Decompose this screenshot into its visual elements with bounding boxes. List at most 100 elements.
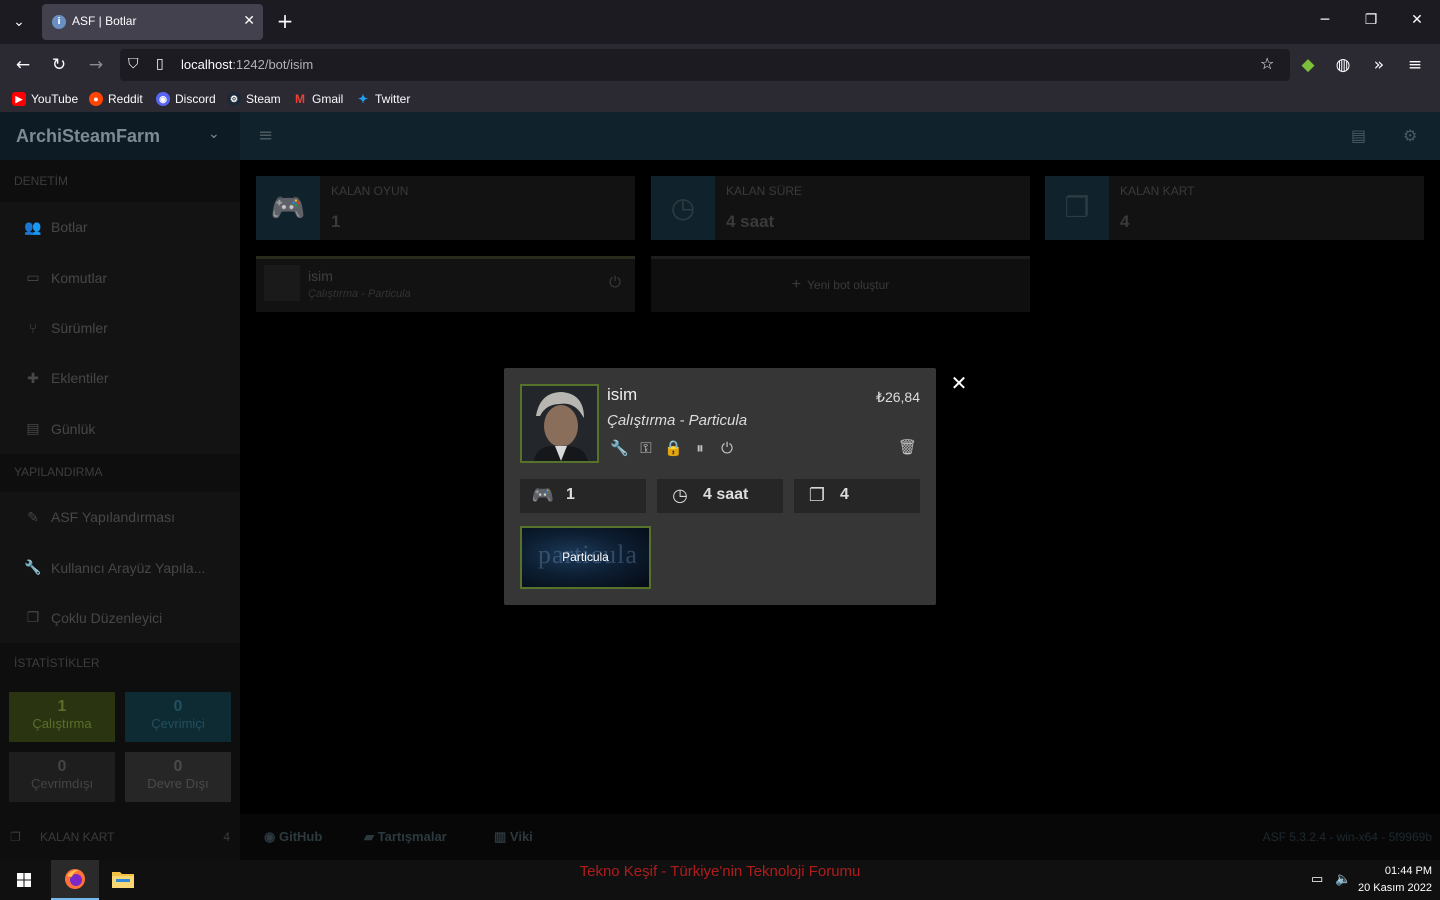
- browser-nav-bar: ← ↻ → ⛉ ▯ localhost:1242/bot/isim ☆ ◆ ◍ …: [0, 44, 1440, 86]
- new-bot-button[interactable]: + Yeni bot oluştur: [651, 256, 1030, 312]
- power-icon[interactable]: ⏻: [609, 273, 621, 291]
- trash-icon[interactable]: 🗑: [898, 438, 917, 458]
- bookmark-youtube[interactable]: ▶ YouTube: [12, 90, 78, 108]
- version-text: ASF 5.3.2.4 - win-x64 - 5f9969b: [1262, 830, 1432, 844]
- stat-number: 0: [57, 758, 67, 775]
- stat-disabled: 0 Devre Dışı: [125, 752, 231, 802]
- wiki-link[interactable]: ▥ Viki: [494, 829, 533, 845]
- bookmark-gmail[interactable]: M Gmail: [293, 90, 343, 108]
- sidebar-item-plugins[interactable]: ✚ Eklentiler: [0, 353, 240, 403]
- clock-icon: ◷: [651, 176, 715, 240]
- stat-label: Çevrimdışı: [30, 776, 94, 791]
- gamepad-icon: 🎮: [256, 176, 320, 240]
- stat-offline: 0 Çevrimdışı: [9, 752, 115, 802]
- bookmark-twitter[interactable]: ✦ Twitter: [356, 90, 410, 108]
- cards-remaining-label: KALAN KART: [40, 830, 115, 844]
- stat-label: Çevrimiçi: [151, 716, 205, 731]
- language-icon[interactable]: ▤: [1351, 126, 1366, 145]
- sidebar-item-bots[interactable]: 👥 Botlar: [0, 202, 240, 252]
- stat-online: 0 Çevrimiçi: [125, 692, 231, 742]
- sidebar-item-label: ASF Yapılandırması: [51, 509, 175, 526]
- modal-stat-value: 4 saat: [703, 486, 749, 503]
- page-icon: ▯: [156, 56, 164, 72]
- tab-title: ASF | Botlar: [72, 14, 137, 28]
- info-box-label: KALAN SÜRE: [726, 184, 803, 198]
- twitter-icon: ✦: [357, 92, 369, 106]
- url-bar[interactable]: ⛉ ▯ localhost:1242/bot/isim ☆: [120, 49, 1290, 81]
- puzzle-icon: ✚: [27, 369, 39, 386]
- info-box-time: ◷ KALAN SÜRE 4 saat: [651, 176, 1030, 240]
- bookmark-discord[interactable]: ◉ Discord: [156, 90, 216, 108]
- lock-icon[interactable]: 🔒: [664, 438, 683, 458]
- edit-icon: ✎: [27, 508, 39, 525]
- browser-tab-bar: ⌄ i ASF | Botlar ✕ + ─ ❐ ✕: [0, 0, 1440, 44]
- stat-number: 1: [57, 698, 67, 715]
- config-menu: ✎ ASF Yapılandırması 🔧 Kullanıcı Arayüz Ya…: [0, 492, 240, 644]
- reddit-icon: ●: [89, 92, 103, 106]
- footer-link-label: Tartışmalar: [377, 829, 447, 844]
- bookmark-steam[interactable]: ⚙ Steam: [227, 90, 281, 108]
- back-button[interactable]: ←: [12, 54, 34, 76]
- settings-gears-icon[interactable]: ⚙: [1403, 126, 1417, 145]
- sidebar-item-commands[interactable]: ▭ Komutlar: [0, 252, 240, 302]
- overflow-chevron-icon[interactable]: »: [1368, 54, 1390, 76]
- section-stats: İSTATİSTİKLER: [14, 656, 100, 670]
- game-card-particula[interactable]: particula Particula: [520, 526, 651, 589]
- modal-stat-time: ◷ 4 saat: [657, 479, 783, 513]
- reload-button[interactable]: ↻: [48, 54, 70, 76]
- sidebar-item-asf-config[interactable]: ✎ ASF Yapılandırması: [0, 492, 240, 542]
- menu-icon[interactable]: ≡: [1404, 54, 1426, 76]
- bot-status: Çalıştırma - Particula: [308, 288, 411, 300]
- info-box-label: KALAN KART: [1120, 184, 1195, 198]
- sidebar-item-releases[interactable]: ⑂ Sürümler: [0, 303, 240, 353]
- extension-icon[interactable]: ◆: [1297, 54, 1319, 76]
- sidebar-item-label: Sürümler: [51, 319, 108, 336]
- chevron-down-icon[interactable]: ⌄: [208, 126, 220, 142]
- taskbar-clock[interactable]: 01:44 PM 20 Kasım 2022: [1358, 863, 1432, 897]
- users-icon: 👥: [24, 218, 42, 235]
- bot-actions: 🔧 ⚿ 🔒 ⏸ ⏻: [610, 438, 736, 458]
- bookmark-reddit[interactable]: ● Reddit: [89, 90, 143, 108]
- forward-button[interactable]: →: [85, 54, 107, 76]
- power-icon[interactable]: ⏻: [718, 438, 736, 458]
- sidebar-item-mass-editor[interactable]: ❐ Çoklu Düzenleyici: [0, 593, 240, 643]
- sidebar-item-ui-config[interactable]: 🔧 Kullanıcı Arayüz Yapıla...: [0, 542, 240, 592]
- wrench-icon: 🔧: [24, 559, 42, 576]
- bookmark-label: Reddit: [108, 92, 143, 106]
- info-box-value: 1: [331, 212, 341, 231]
- url-text[interactable]: localhost:1242/bot/isim: [181, 57, 313, 72]
- key-icon[interactable]: ⚿: [637, 438, 655, 458]
- brand-title[interactable]: ArchiSteamFarm: [16, 126, 160, 147]
- wallet-balance: ₺26,84: [876, 389, 920, 405]
- close-tab-icon[interactable]: ✕: [243, 13, 255, 29]
- avatar-portrait: [522, 386, 597, 461]
- brand-area: ArchiSteamFarm ⌄: [0, 112, 240, 160]
- file-icon: ▤: [26, 420, 40, 437]
- minimize-button[interactable]: ─: [1315, 12, 1335, 28]
- sidebar-toggle-icon[interactable]: ≡: [258, 125, 273, 146]
- wrench-icon[interactable]: 🔧: [610, 438, 629, 458]
- globe-icon[interactable]: ◍: [1332, 54, 1354, 76]
- star-icon[interactable]: ☆: [1260, 54, 1274, 73]
- new-tab-button[interactable]: +: [275, 10, 295, 32]
- close-window-button[interactable]: ✕: [1407, 12, 1427, 28]
- shield-icon[interactable]: ⛉: [128, 56, 139, 72]
- network-icon[interactable]: ▭: [1311, 872, 1323, 887]
- sidebar-item-label: Eklentiler: [51, 370, 109, 387]
- section-config: YAPILANDIRMA: [14, 465, 103, 479]
- bookmark-label: Steam: [246, 92, 281, 106]
- gamepad-icon: 🎮: [531, 485, 555, 506]
- browser-tab[interactable]: i ASF | Botlar ✕: [42, 4, 263, 40]
- new-bot-label: Yeni bot oluştur: [807, 278, 890, 292]
- volume-icon[interactable]: 🔈: [1335, 872, 1351, 887]
- modal-bot-status: Çalıştırma - Particula: [607, 412, 748, 429]
- bot-card[interactable]: isim Çalıştırma - Particula ⏻: [256, 256, 635, 312]
- section-control: DENETİM: [14, 174, 68, 188]
- restore-button[interactable]: ❐: [1361, 12, 1381, 28]
- close-modal-icon[interactable]: ✕: [947, 371, 971, 395]
- sidebar-item-log[interactable]: ▤ Günlük: [0, 404, 240, 454]
- github-link[interactable]: ◉ GitHub: [264, 829, 322, 845]
- tab-list-button[interactable]: ⌄: [8, 12, 30, 32]
- discussions-link[interactable]: ▰ Tartışmalar: [364, 829, 447, 845]
- pause-icon[interactable]: ⏸: [691, 438, 709, 458]
